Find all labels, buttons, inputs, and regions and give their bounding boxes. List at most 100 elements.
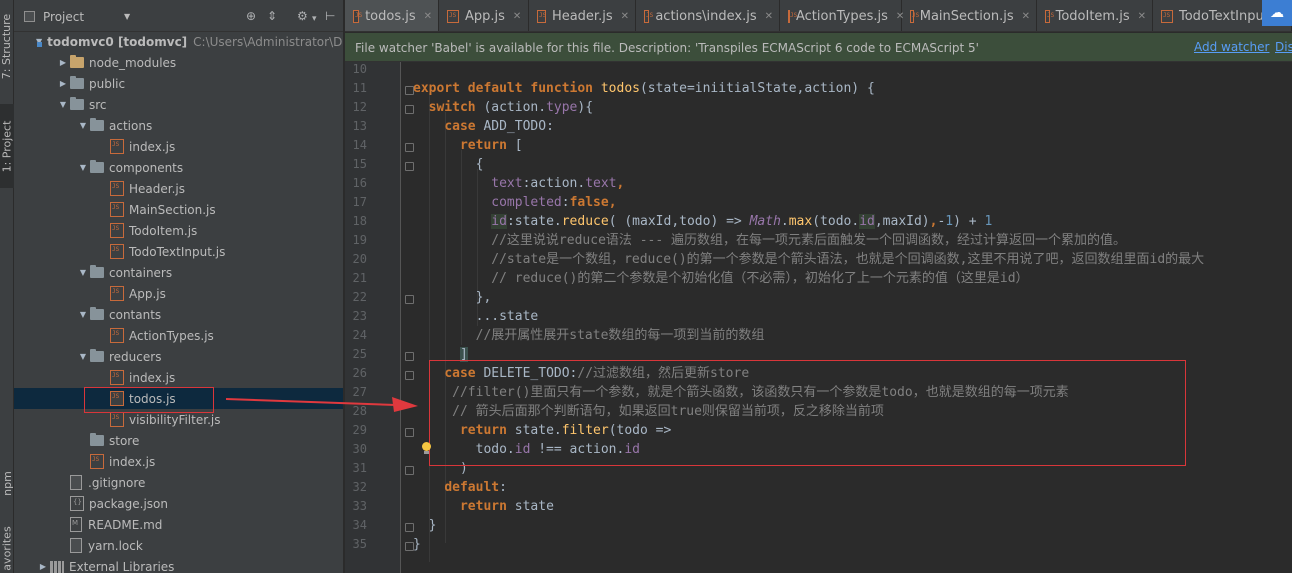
fold-marker-icon[interactable] <box>405 371 414 380</box>
close-icon[interactable]: ✕ <box>1138 11 1146 22</box>
code-line[interactable]: } <box>413 535 421 554</box>
tree-item[interactable]: index.js <box>14 367 343 388</box>
code-token: ) + <box>953 214 985 229</box>
collapse-arrow-icon[interactable]: ▶ <box>56 79 70 88</box>
code-line[interactable]: export default function todos(state=inii… <box>413 79 875 98</box>
collapse-arrow-icon[interactable]: ▶ <box>56 58 70 67</box>
fold-marker-icon[interactable] <box>405 162 414 171</box>
add-watcher-link[interactable]: Add watcher <box>1194 40 1269 54</box>
npm-tool-tab[interactable]: npm <box>0 466 14 500</box>
expand-arrow-icon[interactable]: ▼ <box>76 268 90 277</box>
tree-item[interactable]: ▼ contants <box>14 304 343 325</box>
project-view-selector[interactable]: Project <box>43 10 84 24</box>
fold-marker-icon[interactable] <box>405 542 414 551</box>
tree-item[interactable]: ▶ External Libraries <box>14 556 343 573</box>
expand-arrow-icon[interactable]: ▼ <box>76 310 90 319</box>
tree-item[interactable]: App.js <box>14 283 343 304</box>
code-token: reduce <box>561 214 609 229</box>
settings-dropdown-icon[interactable]: ▾ <box>312 12 317 26</box>
tree-item[interactable]: Header.js <box>14 178 343 199</box>
tree-item[interactable]: ▼ reducers <box>14 346 343 367</box>
chevron-down-icon[interactable]: ▼ <box>124 12 130 21</box>
code-line[interactable]: return [ <box>413 136 523 155</box>
code-line[interactable]: ...state <box>413 307 539 326</box>
editor-tab[interactable]: ActionTypes.js✕ <box>780 0 904 31</box>
gear-icon[interactable]: ⚙ <box>297 9 308 23</box>
dismiss-link[interactable]: Dis <box>1275 40 1292 54</box>
scroll-from-source-icon[interactable]: ⊕ <box>246 9 256 23</box>
close-icon[interactable]: ✕ <box>765 11 773 22</box>
tree-item[interactable]: index.js <box>14 136 343 157</box>
tree-item[interactable]: ▼ containers <box>14 262 343 283</box>
expand-arrow-icon[interactable]: ▼ <box>76 121 90 130</box>
tree-item[interactable]: store <box>14 430 343 451</box>
tree-item[interactable]: index.js <box>14 451 343 472</box>
code-line[interactable]: } <box>413 516 437 535</box>
fold-marker-icon[interactable] <box>405 295 414 304</box>
cloud-sync-icon[interactable]: ☁ <box>1262 0 1292 26</box>
tree-item[interactable]: ▶ node_modules <box>14 52 343 73</box>
code-line[interactable]: switch (action.type){ <box>413 98 593 117</box>
tree-item[interactable]: ▼ src <box>14 94 343 115</box>
tree-item[interactable]: package.json <box>14 493 343 514</box>
fold-marker-icon[interactable] <box>405 105 414 114</box>
hide-panel-icon[interactable]: ⊢ <box>325 9 335 23</box>
editor-tab[interactable]: actions\index.js ✕ <box>636 0 780 31</box>
expand-arrow-icon[interactable]: ▼ <box>76 352 90 361</box>
tree-item[interactable]: ▼ components <box>14 157 343 178</box>
tree-item[interactable]: .gitignore <box>14 472 343 493</box>
code-line[interactable]: default: <box>413 478 507 497</box>
tree-item[interactable]: ▶ public <box>14 73 343 94</box>
collapse-all-icon[interactable]: ⇕ <box>267 9 277 23</box>
code-line[interactable]: id:state.reduce( (maxId,todo) => Math.ma… <box>413 212 992 231</box>
fold-marker-icon[interactable] <box>405 466 414 475</box>
tree-item[interactable]: TodoTextInput.js <box>14 241 343 262</box>
close-icon[interactable]: ✕ <box>621 11 629 22</box>
lightbulb-icon[interactable] <box>421 442 432 455</box>
project-tool-tab[interactable]: 1: Project <box>0 104 14 188</box>
close-icon[interactable]: ✕ <box>1022 11 1030 22</box>
close-icon[interactable]: ✕ <box>424 11 432 22</box>
editor-tab[interactable]: todos.js ✕ <box>345 0 439 31</box>
expand-arrow-icon[interactable]: ▼ <box>56 100 70 109</box>
tree-item[interactable]: README.md <box>14 514 343 535</box>
expand-arrow-icon[interactable]: ▼ <box>76 163 90 172</box>
code-editor[interactable]: 10 11 12 13 14 15 16 17 18 19 20 21 22 23 24 25 26 27 28 29… <box>345 62 1292 573</box>
code-line[interactable]: // reduce()的第二个参数是个初始化值（不必需），初始化了上一个元素的值… <box>413 269 1028 288</box>
favorites-tool-tab[interactable]: avorites <box>0 524 14 573</box>
close-icon[interactable]: ✕ <box>513 11 521 22</box>
fold-marker-icon[interactable] <box>405 86 414 95</box>
code-line[interactable]: case ADD_TODO: <box>413 117 554 136</box>
code-line[interactable]: text:action.text, <box>413 174 624 193</box>
code-line[interactable]: return state <box>413 497 554 516</box>
fold-marker-icon[interactable] <box>405 523 414 532</box>
code-token: //state是一个数组，reduce()的第一个参数是个箭头语法，也就是个回调… <box>491 252 1205 267</box>
editor-tab[interactable]: App.js ✕ <box>439 0 529 31</box>
tree-item[interactable]: ▼todomvc0 [todomvc]C:\Users\Administrato… <box>14 31 343 52</box>
code-token: state <box>514 499 554 514</box>
tree-item[interactable]: ▼ actions <box>14 115 343 136</box>
code-line[interactable]: completed:false, <box>413 193 616 212</box>
tree-item[interactable]: MainSection.js <box>14 199 343 220</box>
collapse-arrow-icon[interactable]: ▶ <box>36 562 50 571</box>
code-line[interactable]: //state是一个数组，reduce()的第一个参数是个箭头语法，也就是个回调… <box>413 250 1204 269</box>
code-line[interactable]: { <box>413 155 484 174</box>
editor-tab[interactable]: Header.js ✕ <box>529 0 636 31</box>
fold-marker-icon[interactable] <box>405 143 414 152</box>
structure-tool-tab[interactable]: 7: Structure <box>0 2 14 90</box>
tree-item[interactable]: ActionTypes.js <box>14 325 343 346</box>
editor-tab[interactable]: TodoItem.js ✕ <box>1037 0 1153 31</box>
code-line[interactable]: //展开属性展开state数组的每一项到当前的数组 <box>413 326 765 345</box>
code-line[interactable]: }, <box>413 288 492 307</box>
fold-marker-icon[interactable] <box>405 428 414 437</box>
code-token: . <box>780 214 789 229</box>
editor-tab[interactable]: MainSection.js ✕ <box>902 0 1037 31</box>
code-line[interactable]: //这里说说reduce语法 --- 遍历数组，在每一项元素后面触发一个回调函数… <box>413 231 1126 250</box>
fold-marker-icon[interactable] <box>405 352 414 361</box>
tree-item[interactable]: yarn.lock <box>14 535 343 556</box>
tree-item[interactable]: TodoItem.js <box>14 220 343 241</box>
